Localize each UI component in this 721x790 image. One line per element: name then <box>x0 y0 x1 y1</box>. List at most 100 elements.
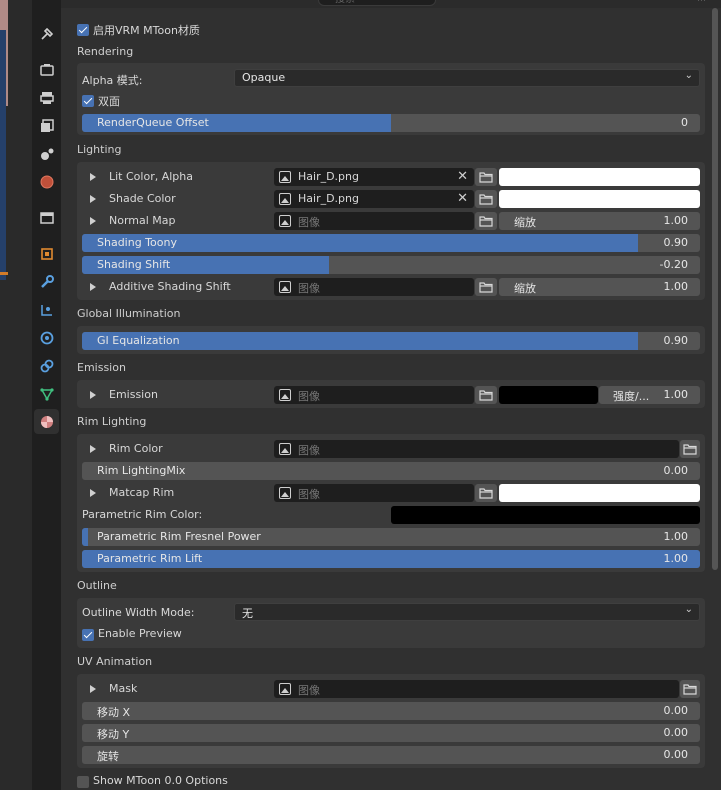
chevron-down-icon: ⌄ <box>684 604 693 615</box>
expand-arrow-icon[interactable] <box>90 445 96 453</box>
mask-texture-field[interactable]: 图像 <box>274 680 679 698</box>
additive-shading-browse-button[interactable] <box>475 278 497 296</box>
outline-width-mode-dropdown[interactable]: 无 ⌄ <box>234 603 700 621</box>
additive-shading-scale-value: 1.00 <box>663 280 689 293</box>
tab-tool[interactable] <box>34 21 59 46</box>
tab-collection[interactable] <box>34 205 59 230</box>
matcap-color-swatch[interactable] <box>499 484 700 502</box>
move-x-value: 0.00 <box>663 704 689 717</box>
mask-placeholder: 图像 <box>298 684 320 697</box>
render-icon <box>39 63 54 76</box>
tool-icon <box>40 27 53 40</box>
matcap-browse-button[interactable] <box>475 484 497 502</box>
expand-arrow-icon[interactable] <box>90 195 96 203</box>
additive-shading-placeholder: 图像 <box>298 282 320 295</box>
expand-arrow-icon[interactable] <box>90 685 96 693</box>
expand-arrow-icon[interactable] <box>90 489 96 497</box>
matcap-texture-field[interactable]: 图像 <box>274 484 474 502</box>
alpha-mode-dropdown[interactable]: Opaque ⌄ <box>234 69 700 87</box>
gi-equalization-slider[interactable]: GI Equalization 0.90 <box>82 332 700 350</box>
enable-mtoon-checkbox[interactable] <box>77 24 89 36</box>
tab-scene[interactable] <box>34 141 59 166</box>
close-icon[interactable]: ✕ <box>457 169 468 184</box>
render-queue-slider[interactable]: RenderQueue Offset 0 <box>82 114 700 132</box>
enable-preview-checkbox[interactable] <box>82 629 94 641</box>
move-y-field[interactable]: 移动 Y 0.00 <box>82 724 700 742</box>
collection-icon <box>39 211 54 224</box>
section-gi-title: Global Illumination <box>77 307 181 320</box>
shade-color-swatch[interactable] <box>499 190 700 208</box>
rim-color-texture-field[interactable]: 图像 <box>274 440 679 458</box>
normal-map-texture-field[interactable]: 图像 <box>274 212 474 230</box>
image-icon <box>279 389 291 401</box>
enable-preview-label: Enable Preview <box>98 627 182 640</box>
mask-browse-button[interactable] <box>680 680 700 698</box>
rotate-field[interactable]: 旋转 0.00 <box>82 746 700 764</box>
normal-map-scale-label: 缩放 <box>514 216 536 229</box>
tab-particles[interactable] <box>34 297 59 322</box>
emission-strength-field[interactable]: 强度/... 1.00 <box>599 386 700 404</box>
rim-mix-field[interactable]: Rim LightingMix 0.00 <box>82 462 700 480</box>
parametric-rim-color-label: Parametric Rim Color: <box>82 508 203 521</box>
move-x-field[interactable]: 移动 X 0.00 <box>82 702 700 720</box>
search-input[interactable]: 搜索 <box>318 0 436 6</box>
lit-color-label: Lit Color, Alpha <box>109 170 193 183</box>
section-rendering-title: Rendering <box>77 45 134 58</box>
tab-render[interactable] <box>34 57 59 82</box>
tab-world[interactable] <box>34 169 59 194</box>
rotate-label: 旋转 <box>97 750 119 763</box>
image-icon <box>279 487 291 499</box>
emission-texture-field[interactable]: 图像 <box>274 386 474 404</box>
tab-output[interactable] <box>34 85 59 110</box>
rim-fresnel-value: 1.00 <box>663 530 689 543</box>
shade-color-texture-name: Hair_D.png <box>298 192 359 205</box>
move-y-label: 移动 Y <box>97 728 130 741</box>
expand-arrow-icon[interactable] <box>90 283 96 291</box>
expand-arrow-icon[interactable] <box>90 217 96 225</box>
parametric-rim-color-swatch[interactable] <box>391 506 700 524</box>
rim-color-browse-button[interactable] <box>680 440 700 458</box>
expand-arrow-icon[interactable] <box>90 391 96 399</box>
close-icon[interactable]: ✕ <box>457 191 468 206</box>
folder-icon <box>479 390 493 401</box>
double-sided-checkbox[interactable] <box>82 95 94 107</box>
tab-constraints[interactable] <box>34 353 59 378</box>
rim-mix-value: 0.00 <box>663 464 689 477</box>
additive-shading-texture-field[interactable]: 图像 <box>274 278 474 296</box>
physics-icon <box>40 331 53 344</box>
options-icon[interactable]: ⋯ <box>697 0 707 6</box>
expand-arrow-icon[interactable] <box>90 173 96 181</box>
rim-fresnel-slider[interactable]: Parametric Rim Fresnel Power 1.00 <box>82 528 700 546</box>
additive-shading-label: Additive Shading Shift <box>109 280 231 293</box>
scrollbar[interactable] <box>712 8 718 570</box>
tab-modifier[interactable] <box>34 269 59 294</box>
shading-toony-slider[interactable]: Shading Toony 0.90 <box>82 234 700 252</box>
tab-data[interactable] <box>34 381 59 406</box>
lit-color-browse-button[interactable] <box>475 168 497 186</box>
scene-icon <box>40 148 53 160</box>
rim-lift-slider[interactable]: Parametric Rim Lift 1.00 <box>82 550 700 568</box>
shade-color-texture-field[interactable]: Hair_D.png ✕ <box>274 190 474 208</box>
tab-object[interactable] <box>34 241 59 266</box>
normal-map-scale-field[interactable]: 缩放 1.00 <box>499 212 700 230</box>
emission-browse-button[interactable] <box>475 386 497 404</box>
tab-material[interactable] <box>34 409 59 434</box>
additive-shading-scale-field[interactable]: 缩放 1.00 <box>499 278 700 296</box>
shading-shift-slider[interactable]: Shading Shift -0.20 <box>82 256 700 274</box>
lit-color-swatch[interactable] <box>499 168 700 186</box>
image-icon <box>279 683 291 695</box>
folder-icon <box>479 194 493 205</box>
shading-toony-value: 0.90 <box>663 236 689 249</box>
matcap-placeholder: 图像 <box>298 488 320 501</box>
chevron-down-icon: ⌄ <box>684 70 693 81</box>
emission-color-swatch[interactable] <box>499 386 598 404</box>
object-icon <box>40 247 53 260</box>
constraints-icon <box>40 359 53 372</box>
tab-physics[interactable] <box>34 325 59 350</box>
show-mtoon0-checkbox[interactable] <box>77 776 89 788</box>
lit-color-texture-field[interactable]: Hair_D.png ✕ <box>274 168 474 186</box>
normal-map-browse-button[interactable] <box>475 212 497 230</box>
tab-view-layer[interactable] <box>34 113 59 138</box>
shade-color-browse-button[interactable] <box>475 190 497 208</box>
folder-icon <box>479 282 493 293</box>
